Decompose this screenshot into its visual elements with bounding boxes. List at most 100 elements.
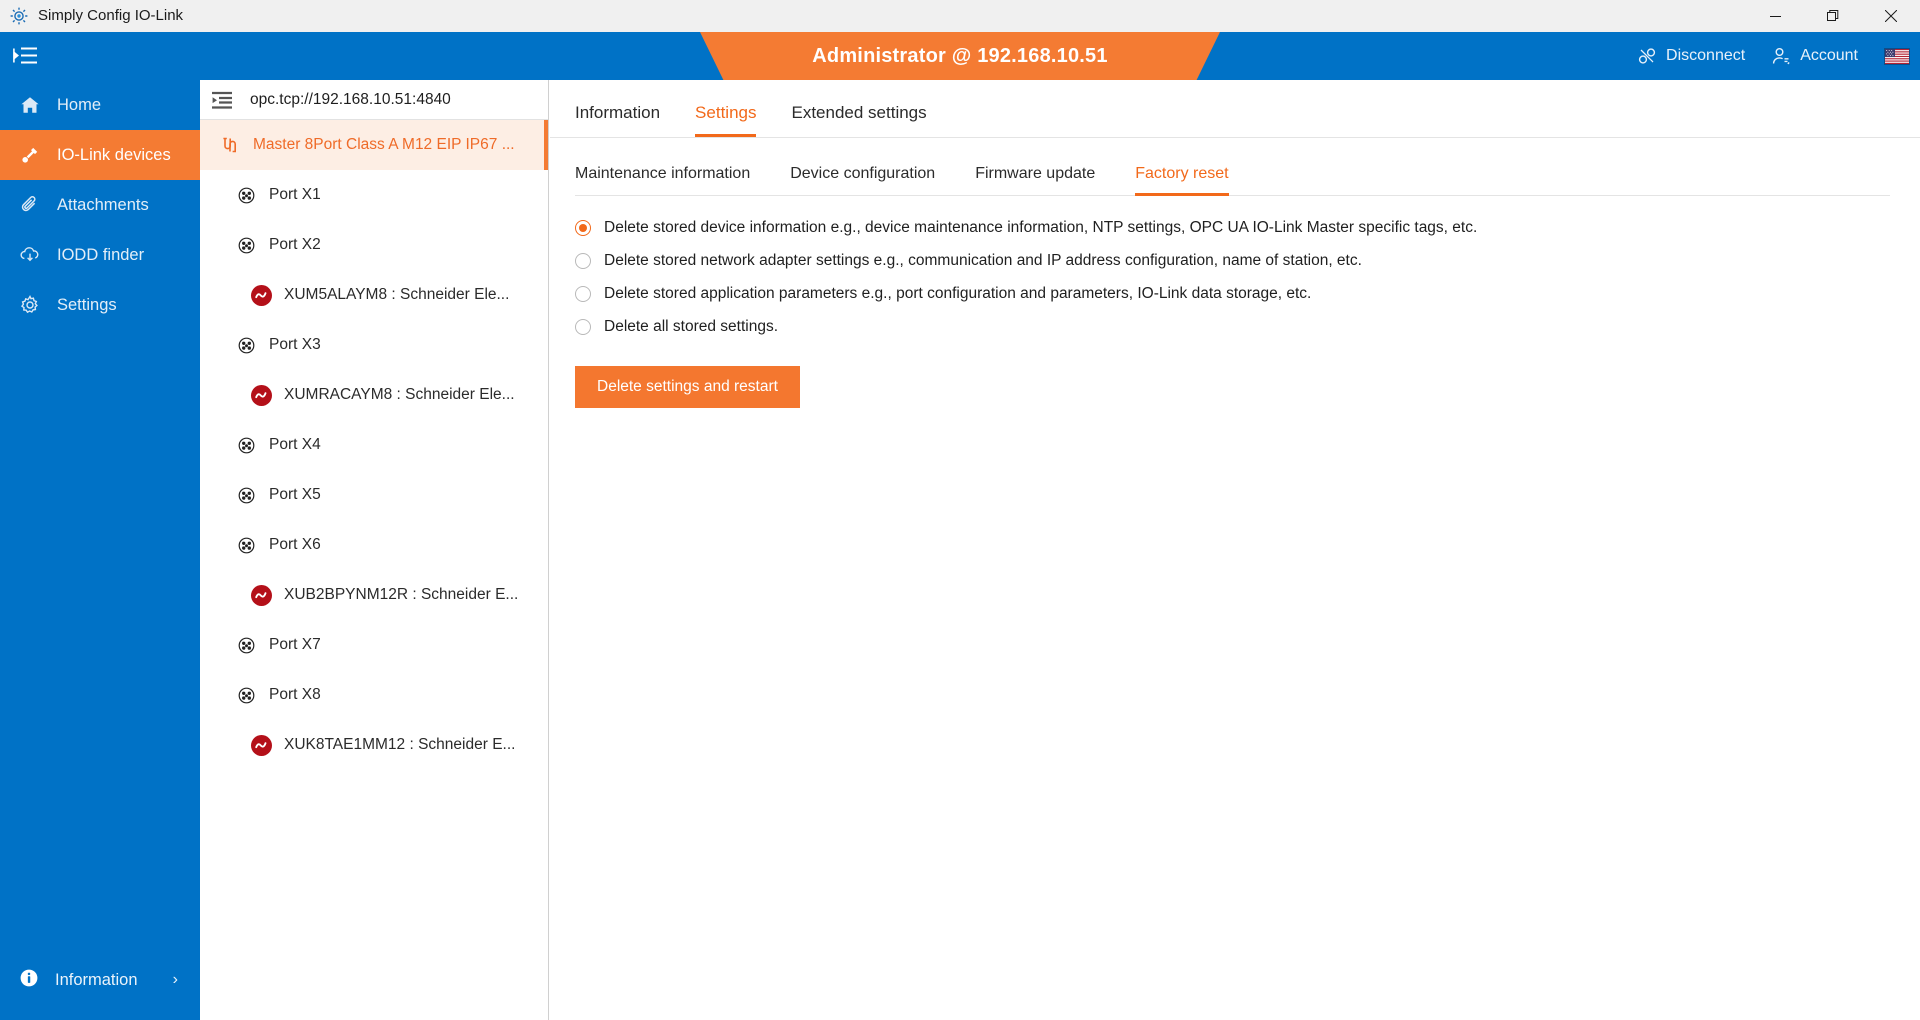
session-banner: Administrator @ 192.168.10.51: [700, 32, 1220, 80]
disconnect-button[interactable]: Disconnect: [1637, 46, 1745, 66]
delete-settings-and-restart-button[interactable]: Delete settings and restart: [575, 366, 800, 408]
sidebar-item-home[interactable]: Home: [0, 80, 200, 130]
tree-row-label: XUK8TAE1MM12 : Schneider E...: [284, 736, 516, 753]
tree-row-port-x1[interactable]: Port X1: [200, 170, 548, 220]
sidebar-item-label: IODD finder: [57, 245, 145, 264]
tree-row-device[interactable]: XUK8TAE1MM12 : Schneider E...: [200, 720, 548, 770]
window-title: Simply Config IO-Link: [38, 7, 184, 24]
account-button[interactable]: Account: [1771, 46, 1858, 66]
account-icon: [1771, 46, 1791, 66]
topbar-actions: Disconnect Account: [1637, 32, 1910, 80]
tree-row-port-x7[interactable]: Port X7: [200, 620, 548, 670]
tree-row-label: Port X3: [269, 336, 321, 353]
tab-factory-reset[interactable]: Factory reset: [1135, 165, 1229, 196]
paperclip-icon: [19, 195, 41, 215]
sidebar-item-label: Information: [55, 970, 138, 989]
tree-row-label: XUM5ALAYM8 : Schneider Ele...: [284, 286, 510, 303]
tab-maintenance-information[interactable]: Maintenance information: [575, 165, 750, 196]
home-icon: [19, 95, 41, 115]
tree-row-label: Port X1: [269, 186, 321, 203]
io-link-device-icon: [250, 734, 272, 756]
close-button[interactable]: [1862, 0, 1920, 32]
tree-row-device[interactable]: XUM5ALAYM8 : Schneider Ele...: [200, 270, 548, 320]
tree-row-label: Port X2: [269, 236, 321, 253]
device-tree-header: opc.tcp://192.168.10.51:4840: [200, 80, 548, 120]
tab-settings[interactable]: Settings: [695, 103, 757, 137]
device-tree-panel: opc.tcp://192.168.10.51:4840 Master 8Por…: [200, 80, 549, 1020]
main-content: Information Settings Extended settings M…: [550, 80, 1920, 1020]
tree-row-master[interactable]: Master 8Port Class A M12 EIP IP67 ...: [200, 120, 548, 170]
radio-option-application-parameters[interactable]: Delete stored application parameters e.g…: [575, 284, 1920, 303]
radio-option-device-information[interactable]: Delete stored device information e.g., d…: [575, 218, 1920, 237]
gear-icon: [19, 295, 41, 315]
tree-row-port-x5[interactable]: Port X5: [200, 470, 548, 520]
sidebar-item-label: Settings: [57, 295, 117, 314]
tree-row-device[interactable]: XUMRACAYM8 : Schneider Ele...: [200, 370, 548, 420]
m12-port-icon: [235, 184, 257, 206]
sidebar-item-label: IO-Link devices: [57, 145, 171, 164]
tab-firmware-update[interactable]: Firmware update: [975, 165, 1095, 196]
radio-option-all-stored-settings[interactable]: Delete all stored settings.: [575, 317, 1920, 336]
sidebar-item-information[interactable]: Information ›: [0, 958, 200, 1002]
maximize-restore-button[interactable]: [1804, 0, 1862, 32]
io-link-device-icon: [250, 584, 272, 606]
tree-row-label: Master 8Port Class A M12 EIP IP67 ...: [253, 136, 515, 153]
menu-collapse-icon[interactable]: [13, 44, 39, 68]
master-link-icon: [219, 134, 241, 156]
top-app-bar: Administrator @ 192.168.10.51 Disconnect…: [0, 32, 1920, 80]
radio-indicator[interactable]: [575, 319, 591, 335]
device-tree-list: Master 8Port Class A M12 EIP IP67 ... Po…: [200, 120, 548, 770]
m12-port-icon: [235, 234, 257, 256]
secondary-tabs: Maintenance information Device configura…: [550, 138, 1920, 196]
tree-row-label: XUMRACAYM8 : Schneider Ele...: [284, 386, 515, 403]
sidebar-item-io-link-devices[interactable]: IO-Link devices: [0, 130, 200, 180]
tree-row-port-x6[interactable]: Port X6: [200, 520, 548, 570]
tree-row-port-x3[interactable]: Port X3: [200, 320, 548, 370]
tree-row-port-x2[interactable]: Port X2: [200, 220, 548, 270]
tab-extended-settings[interactable]: Extended settings: [791, 103, 926, 137]
radio-indicator[interactable]: [575, 253, 591, 269]
tree-row-label: Port X4: [269, 436, 321, 453]
info-circle-icon: [19, 968, 39, 993]
radio-option-label: Delete stored network adapter settings e…: [604, 252, 1362, 269]
tab-information[interactable]: Information: [575, 103, 660, 137]
radio-option-label: Delete all stored settings.: [604, 318, 779, 335]
io-link-device-icon: [250, 284, 272, 306]
app-icon: [9, 6, 29, 26]
factory-reset-options: Delete stored device information e.g., d…: [550, 196, 1920, 408]
sidebar-item-attachments[interactable]: Attachments: [0, 180, 200, 230]
disconnect-icon: [1637, 46, 1657, 66]
sidebar-item-label: Home: [57, 95, 102, 114]
window-titlebar: Simply Config IO-Link: [0, 0, 1920, 32]
radio-option-network-adapter-settings[interactable]: Delete stored network adapter settings e…: [575, 251, 1920, 270]
io-link-plug-icon: [19, 145, 41, 165]
sidebar-item-label: Attachments: [57, 195, 149, 214]
tab-device-configuration[interactable]: Device configuration: [790, 165, 935, 196]
m12-port-icon: [235, 434, 257, 456]
tree-row-label: Port X6: [269, 536, 321, 553]
disconnect-label: Disconnect: [1666, 47, 1746, 64]
session-banner-text: Administrator @ 192.168.10.51: [812, 44, 1108, 67]
tree-row-label: Port X8: [269, 686, 321, 703]
minimize-button[interactable]: [1746, 0, 1804, 32]
collapse-panel-icon[interactable]: [200, 90, 244, 110]
m12-port-icon: [235, 334, 257, 356]
us-flag-icon[interactable]: [1884, 47, 1910, 65]
radio-option-label: Delete stored device information e.g., d…: [604, 219, 1478, 236]
tree-row-port-x8[interactable]: Port X8: [200, 670, 548, 720]
primary-tabs: Information Settings Extended settings: [550, 80, 1920, 138]
sidebar-item-settings[interactable]: Settings: [0, 280, 200, 330]
io-link-device-icon: [250, 384, 272, 406]
sidebar-item-iodd-finder[interactable]: IODD finder: [0, 230, 200, 280]
account-label: Account: [1800, 47, 1858, 64]
m12-port-icon: [235, 484, 257, 506]
tree-row-device[interactable]: XUB2BPYNM12R : Schneider E...: [200, 570, 548, 620]
sidebar: Home IO-Link devices Attachments IODD fi…: [0, 80, 200, 1020]
radio-option-label: Delete stored application parameters e.g…: [604, 285, 1312, 302]
radio-indicator[interactable]: [575, 286, 591, 302]
tree-row-port-x4[interactable]: Port X4: [200, 420, 548, 470]
chevron-right-icon: ›: [172, 971, 178, 988]
window-controls: [1746, 0, 1920, 32]
radio-indicator[interactable]: [575, 220, 591, 236]
tree-row-label: Port X5: [269, 486, 321, 503]
